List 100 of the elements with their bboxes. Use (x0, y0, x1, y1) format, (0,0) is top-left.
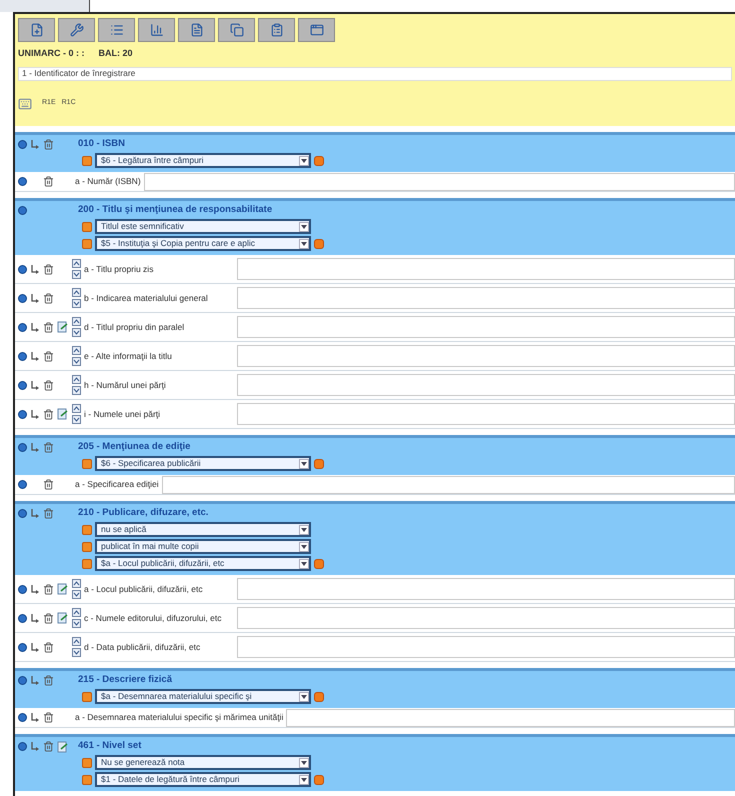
round-toggle-icon[interactable] (18, 480, 27, 489)
trash-icon[interactable] (43, 322, 54, 332)
document-link-icon[interactable] (57, 408, 69, 420)
dropdown[interactable]: $5 - Instituţia şi Copia pentru care e aplic (95, 236, 311, 251)
toolbar-button[interactable] (298, 18, 335, 42)
document-link-icon[interactable] (57, 612, 69, 624)
text-input[interactable] (144, 172, 735, 190)
keyboard-icon[interactable] (18, 96, 32, 110)
trash-icon[interactable] (43, 642, 54, 652)
trash-icon[interactable] (43, 380, 54, 390)
branch-arrow-icon[interactable] (30, 712, 40, 723)
toolbar-button[interactable] (258, 18, 295, 42)
trash-icon[interactable] (43, 712, 54, 723)
round-toggle-icon[interactable] (18, 509, 27, 518)
text-input[interactable] (237, 316, 735, 338)
move-arrows-icon[interactable] (72, 346, 81, 366)
toolbar-button[interactable] (18, 18, 55, 42)
move-arrows-icon[interactable] (72, 608, 81, 628)
trash-icon[interactable] (43, 479, 54, 490)
move-arrows-icon[interactable] (72, 259, 81, 279)
branch-arrow-icon[interactable] (30, 264, 40, 274)
round-toggle-icon[interactable] (18, 642, 27, 652)
text-input[interactable] (237, 578, 735, 600)
round-toggle-icon[interactable] (18, 380, 27, 390)
toolbar-button[interactable] (218, 18, 255, 42)
dropdown[interactable]: $a - Locul publicării, difuzării, etc (95, 556, 311, 571)
trash-icon[interactable] (43, 176, 54, 187)
trash-icon[interactable] (43, 442, 54, 453)
move-arrows-icon[interactable] (72, 637, 81, 657)
branch-arrow-icon[interactable] (30, 442, 40, 453)
branch-arrow-icon[interactable] (30, 350, 40, 362)
branch-arrow-icon[interactable] (30, 642, 40, 652)
round-toggle-icon[interactable] (18, 713, 27, 722)
toolbar-button[interactable] (98, 18, 135, 42)
move-arrows-icon[interactable] (72, 375, 81, 395)
trash-icon[interactable] (43, 508, 54, 519)
trash-icon[interactable] (43, 408, 54, 420)
round-toggle-icon[interactable] (18, 140, 27, 149)
text-input[interactable] (237, 403, 735, 425)
move-arrows-icon[interactable] (72, 317, 81, 337)
text-input[interactable] (237, 374, 735, 396)
trash-icon[interactable] (43, 741, 54, 752)
clipboard-icon (270, 23, 284, 37)
branch-arrow-icon[interactable] (30, 508, 40, 519)
dropdown[interactable]: $a - Desemnarea materialului specific şi (95, 689, 311, 704)
round-toggle-icon[interactable] (18, 322, 27, 332)
dropdown[interactable]: $6 - Legătura între câmpuri (95, 153, 311, 168)
subfield-label: d - Data publicării, difuzării, etc (84, 640, 202, 654)
trash-icon[interactable] (43, 292, 54, 304)
trash-icon[interactable] (43, 139, 54, 150)
record-type-field[interactable]: 1 - Identificator de înregistrare (18, 66, 732, 80)
document-link-icon[interactable] (57, 321, 69, 333)
round-toggle-icon[interactable] (18, 352, 27, 360)
branch-arrow-icon[interactable] (30, 612, 40, 624)
branch-arrow-icon[interactable] (30, 139, 40, 150)
round-toggle-icon[interactable] (18, 294, 27, 302)
dropdown[interactable]: Nu se generează nota (95, 755, 311, 770)
toolbar-button[interactable] (178, 18, 215, 42)
round-toggle-icon[interactable] (18, 676, 27, 685)
round-toggle-icon[interactable] (18, 410, 27, 418)
trash-icon[interactable] (43, 675, 54, 686)
round-toggle-icon[interactable] (18, 443, 27, 452)
move-arrows-icon[interactable] (72, 404, 81, 424)
text-input[interactable] (286, 708, 735, 726)
trash-icon[interactable] (43, 264, 54, 274)
move-arrows-icon[interactable] (72, 579, 81, 599)
dropdown[interactable]: $6 - Specificarea publicării (95, 456, 311, 471)
branch-arrow-icon[interactable] (30, 380, 40, 390)
round-toggle-icon[interactable] (18, 206, 27, 215)
document-link-icon[interactable] (57, 740, 69, 752)
dropdown[interactable]: nu se aplică (95, 522, 311, 537)
branch-arrow-icon[interactable] (30, 408, 40, 420)
toolbar-button[interactable] (58, 18, 95, 42)
dropdown[interactable]: $1 - Datele de legătură între câmpuri (95, 772, 311, 787)
text-input[interactable] (237, 607, 735, 629)
text-input[interactable] (237, 636, 735, 658)
trash-icon[interactable] (43, 584, 54, 594)
branch-arrow-icon[interactable] (30, 741, 40, 752)
text-input[interactable] (162, 476, 735, 494)
branch-arrow-icon[interactable] (30, 584, 40, 594)
round-toggle-icon[interactable] (18, 177, 27, 186)
toolbar-button[interactable] (138, 18, 175, 42)
trash-icon[interactable] (43, 350, 54, 362)
round-toggle-icon[interactable] (18, 614, 27, 622)
round-toggle-icon[interactable] (18, 742, 27, 751)
branch-arrow-icon[interactable] (30, 292, 40, 304)
field-title: 461 - Nivel set (78, 739, 142, 754)
text-input[interactable] (237, 258, 735, 280)
branch-arrow-icon[interactable] (30, 322, 40, 332)
branch-arrow-icon[interactable] (30, 675, 40, 686)
trash-icon[interactable] (43, 612, 54, 624)
round-toggle-icon[interactable] (18, 264, 27, 274)
dropdown[interactable]: publicat în mai multe copii (95, 539, 311, 554)
subfield-label: i - Numele unei părţi (84, 408, 162, 420)
text-input[interactable] (237, 287, 735, 309)
document-link-icon[interactable] (57, 583, 69, 595)
text-input[interactable] (237, 345, 735, 367)
round-toggle-icon[interactable] (18, 584, 27, 594)
dropdown[interactable]: Titlul este semnificativ (95, 219, 311, 234)
move-arrows-icon[interactable] (72, 288, 81, 308)
